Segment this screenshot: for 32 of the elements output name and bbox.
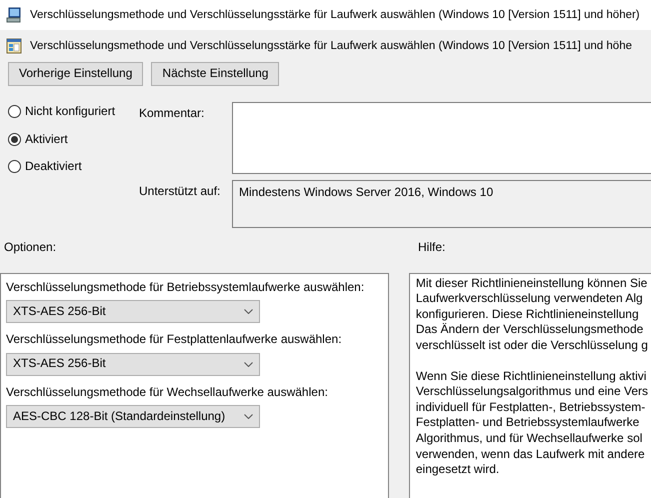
help-paragraph: Wenn Sie diese Richtlinieneinstellung aktivi Verschlüsselungsalgorithmus und eine Vers individuell für Festplatten-, Betriebssystem- Festplatten- und Betriebssystemlaufwerke Algorithmus, und für Wechsellaufwerke sol verwenden, wenn das Laufwerk mit andere eingesetzt wird.	[416, 368, 648, 478]
policy-settings-icon	[6, 38, 22, 54]
supported-value: Mindestens Windows Server 2016, Windows 10	[239, 185, 494, 199]
option-label: Verschlüsselungsmethode für Wechsellaufwerke auswählen:	[6, 384, 329, 400]
setting-nav-button[interactable]: Nächste Einstellung	[151, 62, 280, 86]
radio-label: Nicht konfiguriert	[25, 104, 116, 120]
radio-button[interactable]	[8, 105, 21, 118]
radio-label: Deaktiviert	[25, 159, 82, 175]
radio-option[interactable]: Deaktiviert	[8, 159, 131, 175]
help-paragraph: Mit dieser Richtlinieneinstellung können Sie Laufwerkverschlüsselung verwendeten Alg konfigurieren. Diese Richtlinieneinstellung Das Ändern der Verschlüsselungsmethode verschlüsselt ist oder die Verschlüsselung g	[416, 276, 648, 354]
chevron-down-icon	[244, 414, 253, 420]
comment-label: Kommentar:	[139, 105, 206, 122]
options-label: Optionen:	[3, 240, 58, 256]
comment-field[interactable]	[232, 102, 651, 174]
radio-button[interactable]	[8, 160, 21, 174]
computer-icon	[6, 7, 22, 23]
window-title: Verschlüsselungsmethode und Verschlüsselungsstärke für Laufwerk auswählen (Windows 10 [Version 1511] und höher)	[30, 8, 640, 22]
help-label: Hilfe:	[418, 240, 446, 256]
policy-title: Verschlüsselungsmethode und Verschlüsselungsstärke für Laufwerk auswählen (Windows 10 [Version 1511] und höhe	[30, 38, 632, 54]
dropdown[interactable]: XTS-AES 256-Bit	[6, 300, 260, 324]
chevron-down-icon	[244, 362, 253, 367]
option-label: Verschlüsselungsmethode für Betriebssystemlaufwerke auswählen:	[6, 280, 366, 296]
chevron-down-icon	[244, 309, 253, 314]
radio-option[interactable]: Nicht konfiguriert	[8, 104, 131, 120]
radio-label: Aktiviert	[25, 132, 68, 148]
dropdown[interactable]: XTS-AES 256-Bit	[6, 352, 260, 376]
radio-option[interactable]: Aktiviert	[8, 132, 131, 148]
setting-nav-button[interactable]: Vorherige Einstellung	[8, 62, 144, 86]
supported-label: Unterstützt auf:	[139, 183, 222, 200]
option-label: Verschlüsselungsmethode für Festplattenlaufwerke auswählen:	[6, 332, 343, 348]
dropdown[interactable]: AES-CBC 128-Bit (Standardeinstellung)	[6, 405, 260, 428]
radio-button[interactable]	[8, 132, 21, 146]
